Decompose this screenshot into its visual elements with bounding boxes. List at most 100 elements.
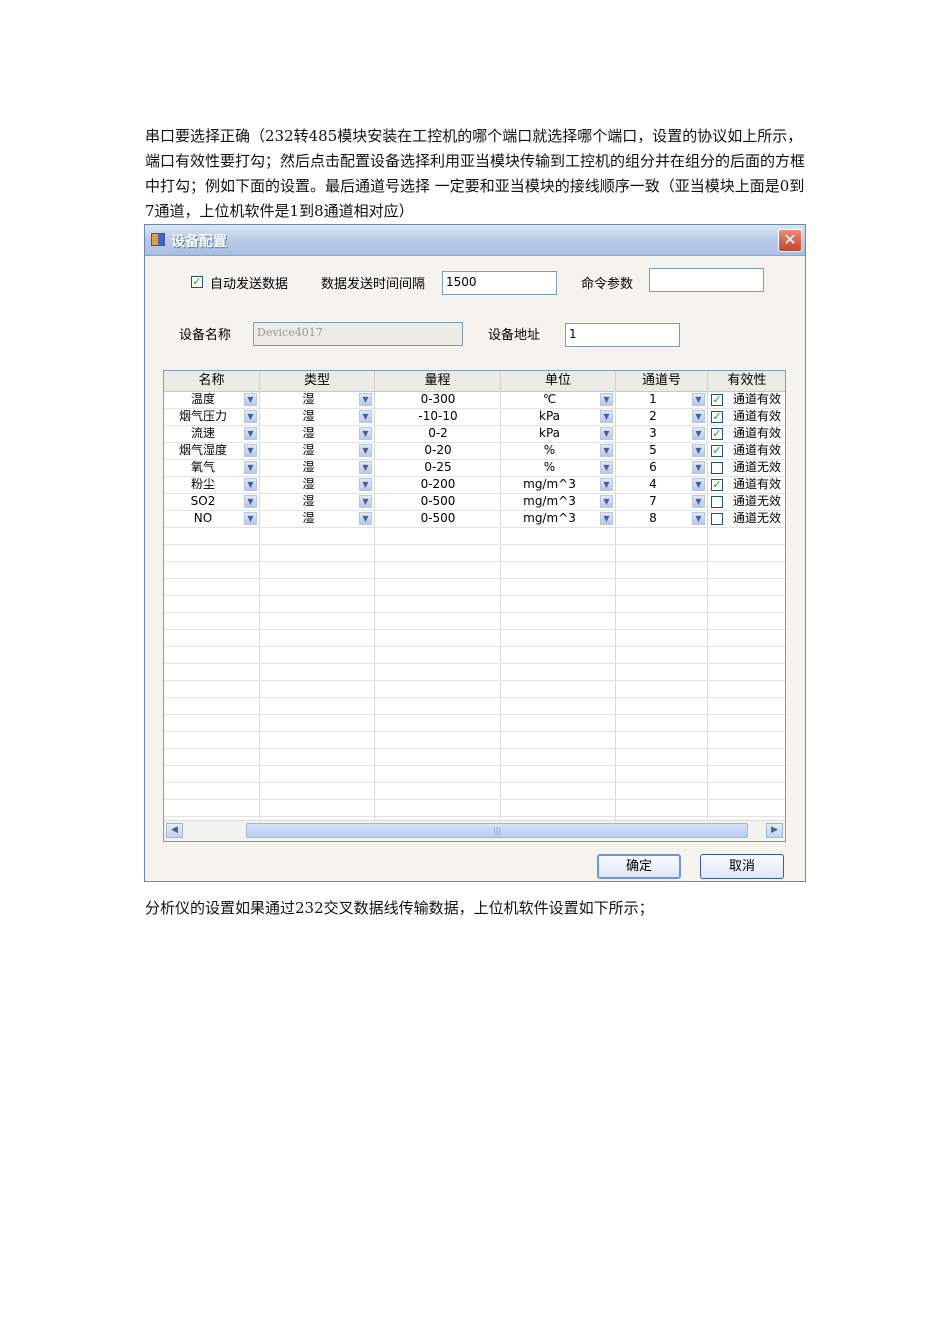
horizontal-scrollbar[interactable]: ◀ ||| ▶ bbox=[164, 820, 785, 841]
cell-name: 粉尘 bbox=[190, 477, 215, 491]
dropdown-arrow-icon[interactable]: ▼ bbox=[600, 444, 613, 457]
scroll-thumb[interactable]: ||| bbox=[246, 823, 748, 838]
dropdown-arrow-icon[interactable]: ▼ bbox=[244, 427, 257, 440]
grid-line bbox=[164, 816, 785, 817]
column-header[interactable]: 有效性 bbox=[708, 371, 785, 391]
valid-checkbox[interactable]: ✓ bbox=[711, 445, 723, 457]
grid-line bbox=[164, 442, 785, 443]
scroll-right-icon[interactable]: ▶ bbox=[766, 823, 783, 838]
dropdown-arrow-icon[interactable]: ▼ bbox=[244, 410, 257, 423]
dropdown-arrow-icon[interactable]: ▼ bbox=[244, 461, 257, 474]
grid-line bbox=[164, 646, 785, 647]
cell-type: 湿 bbox=[302, 511, 315, 525]
dropdown-arrow-icon[interactable]: ▼ bbox=[692, 478, 705, 491]
column-header[interactable]: 通道号 bbox=[616, 371, 708, 391]
table-row[interactable]: 温度 ▼ 湿 ▼ 0-300 ℃ ▼ 1 ▼ ✓ 通道有效 bbox=[164, 391, 785, 408]
valid-checkbox[interactable]: ✓ bbox=[711, 394, 723, 406]
column-header[interactable]: 单位 bbox=[501, 371, 616, 391]
cell-range: 0-500 bbox=[420, 511, 456, 525]
cell-type: 湿 bbox=[302, 409, 315, 423]
grid-line bbox=[164, 459, 785, 460]
grid-line bbox=[164, 663, 785, 664]
interval-input[interactable]: 1500 bbox=[442, 271, 557, 295]
dropdown-arrow-icon[interactable]: ▼ bbox=[692, 512, 705, 525]
valid-checkbox[interactable]: ✓ bbox=[711, 411, 723, 423]
grid-line bbox=[164, 629, 785, 630]
dropdown-arrow-icon[interactable]: ▼ bbox=[244, 512, 257, 525]
dropdown-arrow-icon[interactable]: ▼ bbox=[244, 478, 257, 491]
dropdown-arrow-icon[interactable]: ▼ bbox=[600, 478, 613, 491]
valid-checkbox[interactable] bbox=[711, 496, 723, 508]
cell-range: 0-500 bbox=[420, 494, 456, 508]
dropdown-arrow-icon[interactable]: ▼ bbox=[600, 512, 613, 525]
ok-button[interactable]: 确定 bbox=[597, 854, 681, 879]
dropdown-arrow-icon[interactable]: ▼ bbox=[692, 495, 705, 508]
dropdown-arrow-icon[interactable]: ▼ bbox=[359, 495, 372, 508]
table-row[interactable]: 粉尘 ▼ 湿 ▼ 0-200 mg/m^3 ▼ 4 ▼ ✓ 通道有效 bbox=[164, 476, 785, 493]
valid-text: 通道无效 bbox=[733, 460, 782, 474]
cell-channel: 5 bbox=[649, 443, 657, 457]
dropdown-arrow-icon[interactable]: ▼ bbox=[359, 393, 372, 406]
dropdown-arrow-icon[interactable]: ▼ bbox=[692, 461, 705, 474]
grid-line bbox=[164, 578, 785, 579]
dropdown-arrow-icon[interactable]: ▼ bbox=[600, 393, 613, 406]
table-row[interactable]: 流速 ▼ 湿 ▼ 0-2 kPa ▼ 3 ▼ ✓ 通道有效 bbox=[164, 425, 785, 442]
cell-unit: kPa bbox=[539, 426, 560, 440]
scroll-left-icon[interactable]: ◀ bbox=[166, 823, 183, 838]
valid-checkbox[interactable] bbox=[711, 462, 723, 474]
dropdown-arrow-icon[interactable]: ▼ bbox=[692, 427, 705, 440]
valid-checkbox[interactable] bbox=[711, 513, 723, 525]
dropdown-arrow-icon[interactable]: ▼ bbox=[244, 495, 257, 508]
dropdown-arrow-icon[interactable]: ▼ bbox=[600, 410, 613, 423]
cell-range: 0-20 bbox=[424, 443, 452, 457]
cancel-button[interactable]: 取消 bbox=[700, 854, 784, 879]
window-icon bbox=[151, 233, 165, 246]
cell-name: 烟气压力 bbox=[178, 409, 227, 423]
grid-line bbox=[374, 391, 375, 821]
dropdown-arrow-icon[interactable]: ▼ bbox=[600, 495, 613, 508]
table-row[interactable]: 烟气压力 ▼ 湿 ▼ -10-10 kPa ▼ 2 ▼ ✓ 通道有效 bbox=[164, 408, 785, 425]
dropdown-arrow-icon[interactable]: ▼ bbox=[359, 444, 372, 457]
dropdown-arrow-icon[interactable]: ▼ bbox=[692, 393, 705, 406]
device-address-input[interactable]: 1 bbox=[565, 323, 680, 347]
cell-name: 流速 bbox=[190, 426, 215, 440]
cell-type: 湿 bbox=[302, 494, 315, 508]
device-name-input[interactable]: Device4017 bbox=[253, 322, 463, 346]
dropdown-arrow-icon[interactable]: ▼ bbox=[359, 427, 372, 440]
dropdown-arrow-icon[interactable]: ▼ bbox=[359, 512, 372, 525]
grid-line bbox=[164, 799, 785, 800]
column-header[interactable]: 类型 bbox=[260, 371, 375, 391]
dropdown-arrow-icon[interactable]: ▼ bbox=[600, 427, 613, 440]
column-header[interactable]: 名称 bbox=[164, 371, 260, 391]
cell-channel: 8 bbox=[649, 511, 657, 525]
dropdown-arrow-icon[interactable]: ▼ bbox=[359, 478, 372, 491]
dropdown-arrow-icon[interactable]: ▼ bbox=[692, 410, 705, 423]
dropdown-arrow-icon[interactable]: ▼ bbox=[244, 444, 257, 457]
close-button[interactable]: ✕ bbox=[778, 229, 802, 252]
dropdown-arrow-icon[interactable]: ▼ bbox=[359, 410, 372, 423]
title-bar[interactable]: 设备配置 ✕ bbox=[145, 225, 805, 256]
table-row[interactable]: NO ▼ 湿 ▼ 0-500 mg/m^3 ▼ 8 ▼ 通道无效 bbox=[164, 510, 785, 527]
command-params-input[interactable] bbox=[649, 268, 764, 292]
dropdown-arrow-icon[interactable]: ▼ bbox=[600, 461, 613, 474]
column-header[interactable]: 量程 bbox=[375, 371, 501, 391]
table-row[interactable]: 氧气 ▼ 湿 ▼ 0-25% ▼ 6 ▼ 通道无效 bbox=[164, 459, 785, 476]
dropdown-arrow-icon[interactable]: ▼ bbox=[692, 444, 705, 457]
dropdown-arrow-icon[interactable]: ▼ bbox=[359, 461, 372, 474]
grid-line bbox=[164, 493, 785, 494]
grid-header: 名称 类型 量程 单位 通道号 有效性 bbox=[164, 371, 785, 392]
auto-send-checkbox[interactable]: ✓ bbox=[191, 276, 203, 288]
interval-label: 数据发送时间间隔 bbox=[321, 277, 426, 292]
dropdown-arrow-icon[interactable]: ▼ bbox=[244, 393, 257, 406]
cell-type: 湿 bbox=[302, 477, 315, 491]
device-address-label: 设备地址 bbox=[488, 328, 541, 343]
cell-unit: mg/m^3 bbox=[523, 511, 576, 525]
footer-paragraph: 分析仪的设置如果通过232交叉数据线传输数据，上位机软件设置如下所示； bbox=[145, 899, 654, 917]
valid-text: 通道有效 bbox=[733, 477, 782, 491]
cell-type: 湿 bbox=[302, 460, 315, 474]
table-row[interactable]: 烟气湿度 ▼ 湿 ▼ 0-20% ▼ 5 ▼ ✓ 通道有效 bbox=[164, 442, 785, 459]
valid-checkbox[interactable]: ✓ bbox=[711, 428, 723, 440]
grid-line bbox=[164, 408, 785, 409]
valid-checkbox[interactable]: ✓ bbox=[711, 479, 723, 491]
table-row[interactable]: SO2 ▼ 湿 ▼ 0-500 mg/m^3 ▼ 7 ▼ 通道无效 bbox=[164, 493, 785, 510]
